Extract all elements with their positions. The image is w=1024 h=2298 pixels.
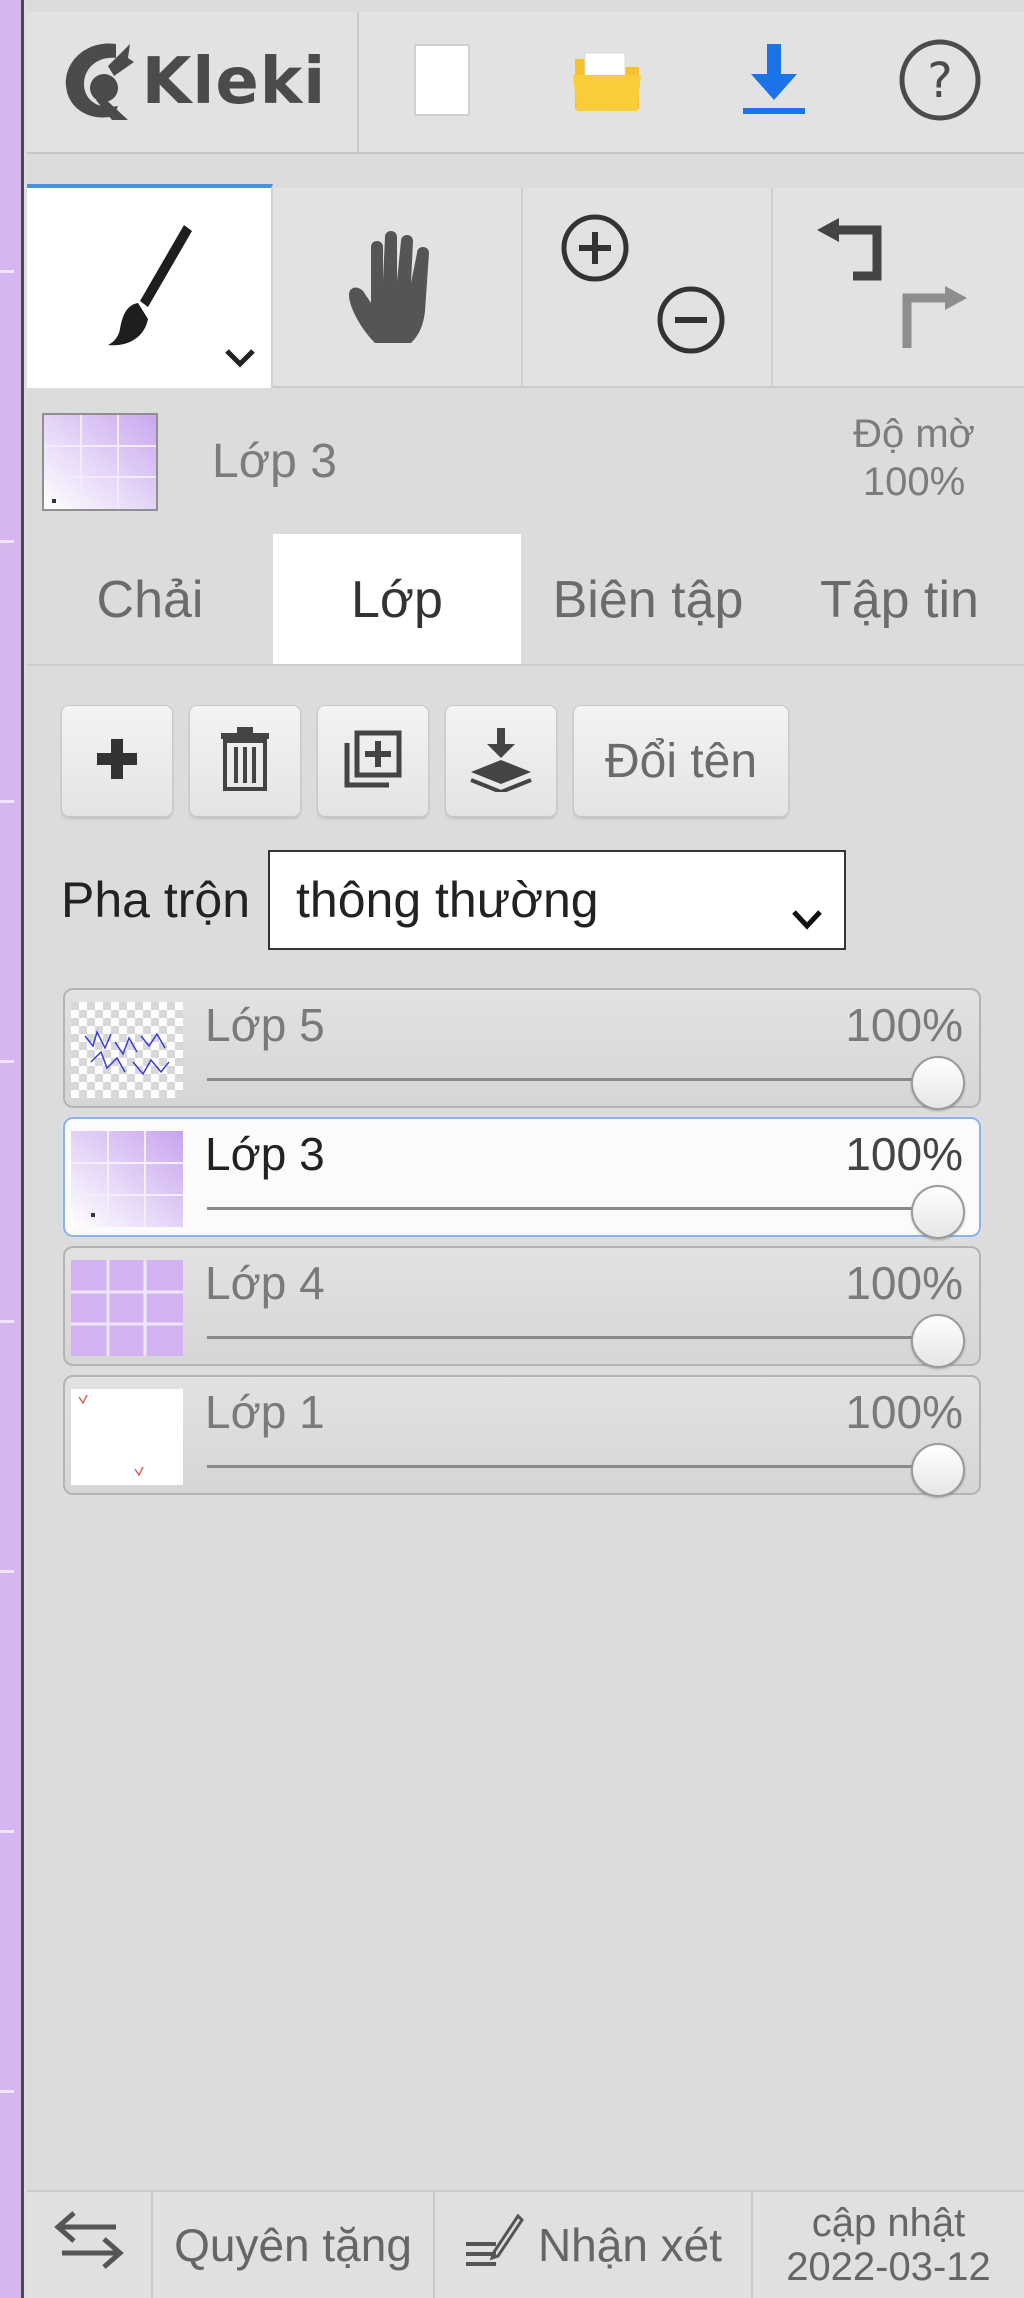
rename-layer-button[interactable]: Đổi tên — [573, 705, 789, 817]
updated-date: 2022-03-12 — [786, 2245, 991, 2289]
layer-thumbnail — [71, 1389, 183, 1485]
tab-brush[interactable]: Chải — [27, 534, 273, 666]
history-controls — [773, 188, 1024, 386]
blend-mode-label: Pha trộn — [61, 872, 251, 928]
layer-opacity: 100% — [845, 999, 963, 1051]
side-panel: Kleki ? Lớp 3 Độ mờ 100% Chải Lớp Biên t… — [27, 0, 1024, 2298]
layer-opacity: 100% — [845, 1257, 963, 1309]
new-image-button[interactable] — [359, 12, 525, 152]
layer-opacity: 100% — [845, 1128, 963, 1180]
canvas-tick — [0, 2090, 14, 2093]
layer-name: Lớp 5 — [205, 999, 325, 1051]
canvas-tick — [0, 1320, 14, 1323]
layer-item[interactable]: Lớp 4 100% — [63, 1246, 981, 1368]
new-image-icon — [412, 42, 472, 123]
redo-icon[interactable] — [891, 284, 971, 359]
layer-list: Lớp 5 100% Lớp 3 100% Lớp 4 100% Lớp 1 1… — [63, 988, 981, 1504]
opacity-slider-track[interactable] — [207, 1336, 939, 1339]
canvas-tick — [0, 800, 14, 803]
delete-layer-button[interactable] — [189, 705, 301, 817]
opacity-slider-handle[interactable] — [911, 1185, 965, 1239]
zoom-controls — [523, 188, 773, 386]
kleki-logo-icon — [58, 36, 136, 129]
open-file-button[interactable] — [525, 12, 691, 152]
blend-mode-value: thông thường — [296, 872, 599, 928]
layer-thumbnail — [71, 1260, 183, 1356]
chevron-down-icon — [790, 886, 824, 944]
tabs-divider — [27, 664, 1024, 666]
updated-label: cập nhật — [811, 2201, 966, 2245]
layer-name: Lớp 4 — [205, 1257, 325, 1309]
layer-item[interactable]: Lớp 5 100% — [63, 988, 981, 1110]
hand-tool-button[interactable] — [273, 188, 523, 386]
tab-file[interactable]: Tập tin — [775, 534, 1024, 666]
layer-name: Lớp 1 — [205, 1386, 325, 1438]
panel-tabs: Chải Lớp Biên tập Tập tin — [27, 534, 1024, 666]
bottom-bar: Quyên tặng Nhận xét cập nhật 2022-03-12 — [27, 2190, 1024, 2298]
canvas-edge[interactable] — [0, 0, 24, 2298]
chevron-down-icon[interactable] — [223, 347, 257, 374]
opacity-slider-handle[interactable] — [911, 1056, 965, 1110]
opacity-label: Độ mờ — [853, 412, 975, 456]
layer-name: Lớp 3 — [205, 1128, 325, 1180]
feedback-label: Nhận xét — [537, 2219, 723, 2271]
opacity-slider-handle[interactable] — [911, 1314, 965, 1368]
canvas-tick — [0, 540, 14, 543]
zoom-in-icon[interactable] — [559, 212, 631, 289]
top-toolbar: Kleki ? — [27, 12, 1024, 154]
opacity-slider-track[interactable] — [207, 1078, 939, 1081]
canvas-tick — [0, 1060, 14, 1063]
layer-thumbnail — [71, 1002, 183, 1098]
merge-down-button[interactable] — [445, 705, 557, 817]
merge-down-icon — [469, 726, 533, 797]
layer-item[interactable]: Lớp 3 100% — [63, 1117, 981, 1239]
canvas-tick — [0, 1830, 14, 1833]
opacity-value: 100% — [862, 460, 966, 504]
help-icon: ? — [897, 37, 983, 128]
app-logo[interactable]: Kleki — [27, 12, 359, 152]
opacity-slider-handle[interactable] — [911, 1443, 965, 1497]
canvas-tick — [0, 1570, 14, 1573]
current-layer-thumbnail — [42, 413, 158, 511]
layer-actions: Đổi tên — [61, 705, 789, 817]
tab-layers[interactable]: Lớp — [273, 534, 521, 666]
canvas-tick — [0, 270, 14, 273]
trash-icon — [219, 726, 271, 796]
undo-icon[interactable] — [813, 218, 893, 293]
blend-mode-select[interactable]: thông thường — [268, 850, 847, 950]
current-layer-info: Lớp 3 Độ mờ 100% — [27, 388, 1024, 530]
download-button[interactable] — [691, 12, 857, 152]
hand-icon — [345, 225, 449, 350]
brush-icon — [104, 221, 194, 356]
swap-arrows-icon — [54, 2209, 124, 2282]
tab-edit[interactable]: Biên tập — [521, 534, 775, 666]
donate-button[interactable]: Quyên tặng — [153, 2192, 435, 2298]
layer-item[interactable]: Lớp 1 100% — [63, 1375, 981, 1497]
current-layer-name: Lớp 3 — [212, 435, 337, 488]
svg-text:?: ? — [927, 53, 952, 109]
open-folder-icon — [569, 45, 647, 120]
layer-thumbnail — [71, 1131, 183, 1227]
feedback-pen-icon — [464, 2212, 524, 2279]
tool-row — [27, 184, 1024, 388]
update-info[interactable]: cập nhật 2022-03-12 — [753, 2192, 1024, 2298]
zoom-out-icon[interactable] — [655, 284, 727, 361]
plus-icon — [93, 735, 141, 788]
help-button[interactable]: ? — [857, 12, 1023, 152]
swap-side-button[interactable] — [27, 2192, 153, 2298]
blend-mode-row: Pha trộn thông thường — [61, 850, 847, 950]
add-layer-button[interactable] — [61, 705, 173, 817]
feedback-button[interactable]: Nhận xét — [435, 2192, 753, 2298]
download-icon — [739, 40, 809, 125]
opacity-slider-track[interactable] — [207, 1207, 939, 1210]
brush-tool-button[interactable] — [27, 184, 273, 388]
layer-opacity: 100% — [845, 1386, 963, 1438]
opacity-slider-track[interactable] — [207, 1465, 939, 1468]
duplicate-icon — [341, 727, 405, 796]
app-logo-text: Kleki — [141, 45, 327, 119]
duplicate-layer-button[interactable] — [317, 705, 429, 817]
current-layer-opacity[interactable]: Độ mờ 100% — [834, 410, 994, 506]
